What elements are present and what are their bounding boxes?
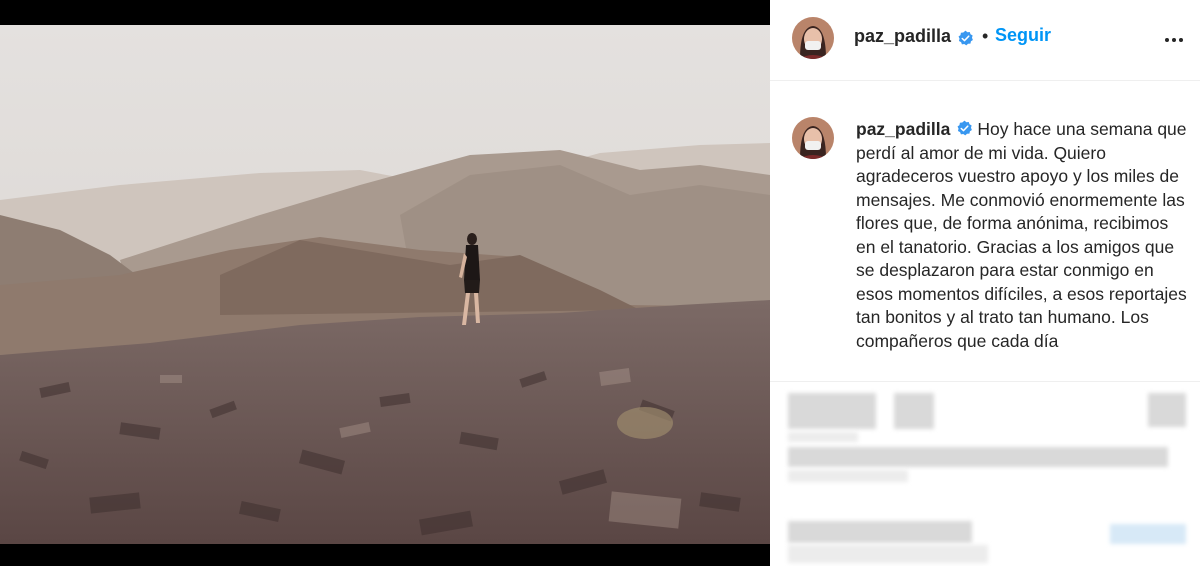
caption-section: paz_padilla Hoy hace una semana que perdí…	[770, 81, 1200, 382]
caption-avatar[interactable]	[792, 117, 834, 159]
post-header: paz_padilla • Seguir	[770, 0, 1200, 81]
follow-button[interactable]: Seguir	[995, 25, 1051, 46]
post-sidebar: paz_padilla • Seguir paz_padilla Hoy hace…	[770, 0, 1200, 566]
verified-badge-icon	[957, 120, 973, 136]
caption-username[interactable]: paz_padilla	[856, 119, 950, 139]
caption-body: Hoy hace una semana que perdí al amor de…	[856, 119, 1187, 351]
post-photo[interactable]	[0, 25, 770, 544]
more-horizontal-icon[interactable]	[1162, 28, 1186, 52]
separator-dot: •	[982, 26, 989, 46]
avatar[interactable]	[792, 17, 834, 59]
caption-text: paz_padilla Hoy hace una semana que perdí…	[856, 118, 1188, 353]
post-media-pane	[0, 0, 770, 566]
verified-badge-icon	[958, 30, 973, 46]
username[interactable]: paz_padilla	[854, 26, 951, 47]
